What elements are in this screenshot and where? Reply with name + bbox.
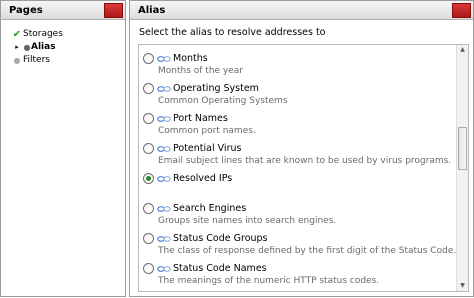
alias-radio[interactable] [143,112,154,124]
pages-title: Pages [9,5,43,16]
alias-name: Port Names [173,112,228,124]
current-page-marker-icon: ▸ [15,43,19,51]
alias-name: Status Code Names [173,262,267,274]
pages-pane: Pages ✔ Storages ▸ ● Alias ● Filters [0,0,126,297]
alias-description: Common port names. [158,126,256,136]
alias-description: Email subject lines that are known to be… [158,156,452,166]
alias-list-items: Months Months of the year Operating System… [143,51,457,291]
link-chain-icon [157,116,171,122]
scroll-thumb[interactable] [458,127,467,170]
page-item-storages[interactable]: ✔ Storages [11,28,63,41]
bullet-icon: ● [23,43,31,52]
alias-title: Alias [138,5,166,16]
bullet-icon: ● [13,56,21,65]
alias-name: Potential Virus [173,142,242,154]
alias-option[interactable]: Operating System Common Operating Systems [143,81,454,111]
page-item-alias[interactable]: ▸ ● Alias [11,41,63,54]
alias-pane: Alias Select the alias to resolve addres… [129,0,474,297]
alias-header: Alias [130,1,473,20]
green-check-icon: ✔ [12,29,22,40]
alias-description: Groups site names into search engines. [158,216,337,226]
alias-option[interactable]: Resolved IPs [143,171,454,201]
alias-option[interactable]: Port Names Common port names. [143,111,454,141]
alias-option[interactable]: Potential Virus Email subject lines that … [143,141,454,171]
alias-option-line: Months [143,51,454,65]
alias-option-line: Potential Virus [143,141,454,155]
alias-header-button[interactable] [452,3,471,18]
alias-option-line: Status Code Groups [143,231,454,245]
alias-radio[interactable] [143,142,154,154]
link-chain-icon [157,146,171,152]
page-item-filters[interactable]: ● Filters [11,54,63,67]
alias-name: Status Code Groups [173,232,268,244]
alias-description: The class of response defined by the fir… [158,246,457,256]
scroll-down-arrow-icon[interactable]: ▼ [457,281,468,291]
link-chain-icon [157,206,171,212]
alias-option[interactable]: Status Code Groups The class of response … [143,231,457,261]
alias-option-line: Operating System [143,81,454,95]
link-chain-icon [157,86,171,92]
alias-name: Operating System [173,82,259,94]
alias-description: Common Operating Systems [158,96,288,106]
alias-name: Months [173,52,208,64]
alias-radio[interactable] [143,262,154,274]
alias-radio[interactable] [143,52,154,64]
alias-radio[interactable] [143,172,154,184]
alias-name: Search Engines [173,202,247,214]
alias-option-line: Status Code Names [143,261,454,275]
alias-description: Months of the year [158,66,244,76]
link-chain-icon [157,56,171,62]
alias-option-line: Port Names [143,111,454,125]
alias-list-scrollbar[interactable]: ▲ ▼ [456,45,468,291]
alias-option[interactable]: Status Code Names The meanings of the num… [143,261,454,291]
page-item-label: Alias [31,42,56,52]
alias-option-line: Resolved IPs [143,171,454,185]
alias-option[interactable]: Search Engines Groups site names into sea… [143,201,454,231]
alias-radio[interactable] [143,232,154,244]
alias-option[interactable]: Months Months of the year [143,51,454,81]
alias-option-line: Search Engines [143,201,454,215]
alias-radio[interactable] [143,82,154,94]
pages-header: Pages [1,1,125,20]
link-chain-icon [157,266,171,272]
pages-header-button[interactable] [104,3,123,18]
page-item-label: Filters [23,55,50,65]
alias-list: Months Months of the year Operating System… [138,44,469,292]
scroll-up-arrow-icon[interactable]: ▲ [457,45,468,55]
link-chain-icon [157,176,171,182]
link-chain-icon [157,236,171,242]
page-item-label: Storages [23,29,63,39]
alias-name: Resolved IPs [173,172,233,184]
pages-tree: ✔ Storages ▸ ● Alias ● Filters [11,28,63,67]
alias-instruction: Select the alias to resolve addresses to [139,27,326,38]
alias-radio[interactable] [143,202,154,214]
alias-description: The meanings of the numeric HTTP status … [158,276,380,286]
